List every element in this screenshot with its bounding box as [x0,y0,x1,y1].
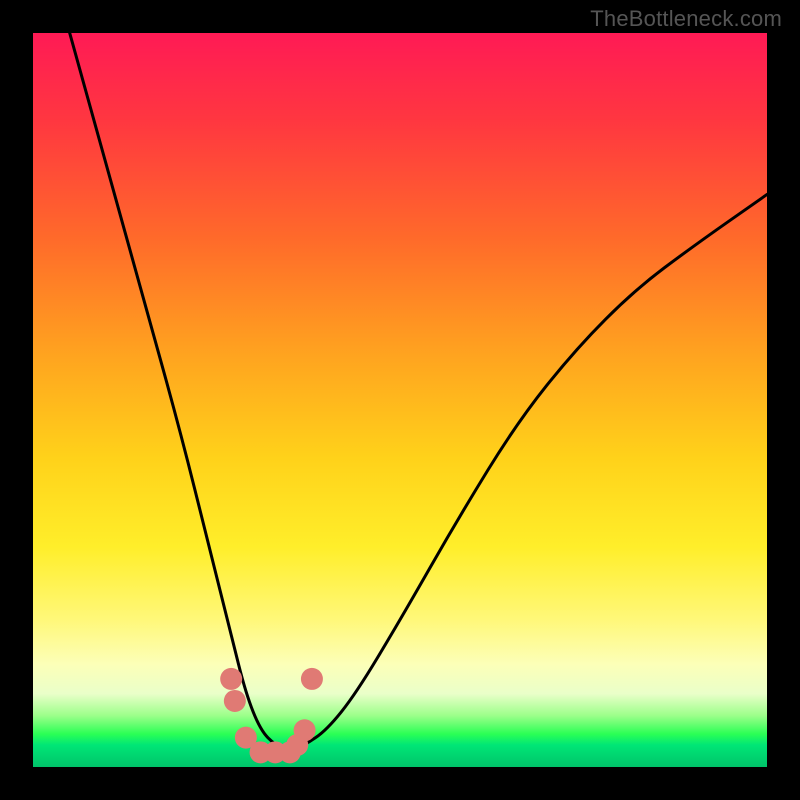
plot-area [33,33,767,767]
highlight-dot [294,719,316,741]
highlight-dot [279,741,301,763]
chart-svg [33,33,767,767]
highlight-dot [286,734,308,756]
highlight-dots [220,668,323,763]
highlight-dot [224,690,246,712]
highlight-dot [250,741,272,763]
chart-frame: TheBottleneck.com [0,0,800,800]
highlight-dot [235,727,257,749]
highlight-dot [264,741,286,763]
highlight-dot [301,668,323,690]
bottleneck-curve [70,33,767,750]
watermark-text: TheBottleneck.com [590,6,782,32]
highlight-dot [220,668,242,690]
